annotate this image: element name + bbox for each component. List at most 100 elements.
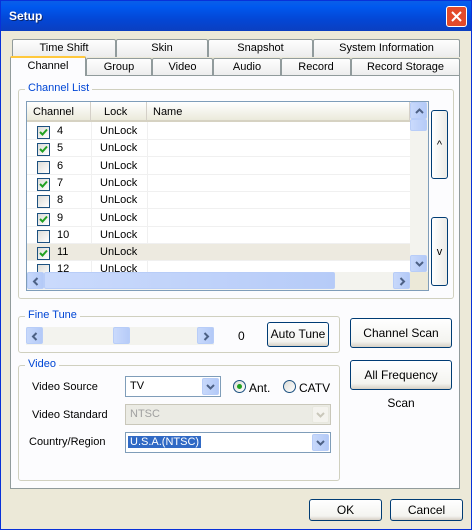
channel-checkbox[interactable] [37,195,50,209]
close-icon [451,11,462,22]
table-row[interactable]: 7 UnLock [27,175,410,192]
check-icon [39,146,48,154]
antenna-radio[interactable] [233,380,246,393]
column-header-lock[interactable]: Lock [91,102,147,122]
dropdown-button[interactable] [202,378,219,395]
tab-record[interactable]: Record [281,58,351,76]
table-row[interactable]: 9 UnLock [27,210,410,227]
check-icon [39,249,48,258]
horizontal-scrollbar[interactable] [27,272,410,290]
tab-snapshot[interactable]: Snapshot [208,39,313,57]
channel-number: 11 [57,246,69,259]
scroll-left-button[interactable] [27,272,44,289]
tab-system-information[interactable]: System Information [313,39,460,57]
tab-group[interactable]: Group [86,58,152,76]
channel-number: 4 [57,125,64,137]
window-title: Setup [9,9,43,23]
all-frequency-scan-button[interactable]: All Frequency Scan [350,360,452,410]
video-standard-value: NTSC [130,408,160,420]
channel-number: 10 [57,228,70,241]
chevron-up-icon [415,108,424,114]
dropdown-button[interactable] [312,434,329,451]
tab-record-storage[interactable]: Record Storage [351,58,460,76]
scroll-up-button[interactable] [410,102,427,119]
lock-status: UnLock [100,194,138,207]
video-standard-label: Video Standard [32,409,108,421]
fine-tune-thumb[interactable] [113,327,130,344]
lock-status: UnLock [100,211,138,224]
lock-status: UnLock [100,176,138,189]
table-row[interactable]: 10 UnLock [27,227,410,244]
move-down-button[interactable]: v [431,217,448,286]
ok-button[interactable]: OK [309,499,382,521]
channel-checkbox[interactable] [37,143,50,157]
channel-checkbox[interactable] [37,229,50,243]
antenna-radio-label: Ant. [249,381,271,395]
table-row[interactable]: 5 UnLock [27,140,410,158]
chevron-down-icon [316,440,325,446]
tab-audio[interactable]: Audio [213,58,281,76]
channel-checkbox[interactable] [37,126,50,139]
dropdown-button[interactable] [312,406,329,423]
lock-status: UnLock [100,228,138,241]
catv-radio[interactable] [283,380,296,393]
lock-status: UnLock [100,246,138,259]
title-bar: Setup [1,1,471,31]
lock-status: UnLock [100,125,138,137]
move-up-button[interactable]: ^ [431,110,448,179]
horizontal-scroll-thumb[interactable] [44,272,335,289]
channel-number: 5 [57,142,64,155]
check-icon [39,215,48,223]
fine-tune-right-button[interactable] [197,327,214,344]
chevron-down-icon [316,412,325,418]
scroll-right-button[interactable] [393,272,410,289]
channel-number: 6 [57,159,64,172]
lock-status: UnLock [100,142,138,155]
channel-checkbox[interactable] [37,160,50,174]
table-row[interactable]: 8 UnLock [27,192,410,210]
video-source-label: Video Source [32,381,98,393]
tab-skin[interactable]: Skin [116,39,208,57]
chevron-down-icon [415,261,424,267]
country-region-select[interactable]: U.S.A.(NTSC) [125,432,331,453]
channel-number: 8 [57,194,64,207]
tab-time-shift[interactable]: Time Shift [12,39,116,57]
check-icon [39,128,48,136]
chevron-left-icon [31,332,38,341]
table-row[interactable]: 4 UnLock [27,123,410,140]
channel-checkbox[interactable] [37,177,50,191]
video-source-select[interactable]: TV [125,376,221,397]
country-region-label: Country/Region [29,436,106,448]
scroll-down-button[interactable] [410,255,427,272]
video-standard-select[interactable]: NTSC [125,404,331,425]
chevron-left-icon [32,277,39,286]
tab-channel[interactable]: Channel [10,56,86,76]
fine-tune-slider[interactable] [26,327,214,345]
video-group-label: Video [25,358,59,370]
cancel-button[interactable]: Cancel [390,499,463,521]
fine-tune-left-button[interactable] [26,327,43,344]
chevron-right-icon [399,277,406,286]
close-button[interactable] [446,6,467,27]
fine-tune-value: 0 [238,329,245,343]
channel-checkbox[interactable] [37,247,50,261]
table-row[interactable]: 11 UnLock [27,244,410,262]
channel-list-label: Channel List [25,82,93,94]
chevron-right-icon [203,332,210,341]
channel-checkbox[interactable] [37,212,50,226]
column-header-channel[interactable]: Channel [27,102,91,122]
table-row[interactable]: 6 UnLock [27,158,410,175]
channel-list[interactable]: Channel Lock Name 4 UnLock 5 UnLock 6 UnLock 7… [26,101,429,291]
video-source-value: TV [130,380,145,392]
channel-scan-button[interactable]: Channel Scan [350,318,452,348]
auto-tune-button[interactable]: Auto Tune [267,322,329,347]
catv-radio-label: CATV [299,381,331,395]
tab-video[interactable]: Video [152,58,213,76]
setup-dialog: Setup Time Shift Skin Snapshot System In… [0,0,472,530]
fine-tune-label: Fine Tune [25,309,80,321]
channel-number: 7 [57,176,64,189]
vertical-scrollbar[interactable] [410,102,428,272]
vertical-scroll-thumb[interactable] [410,119,427,131]
column-header-name[interactable]: Name [147,102,410,122]
chevron-down-icon [206,384,215,390]
